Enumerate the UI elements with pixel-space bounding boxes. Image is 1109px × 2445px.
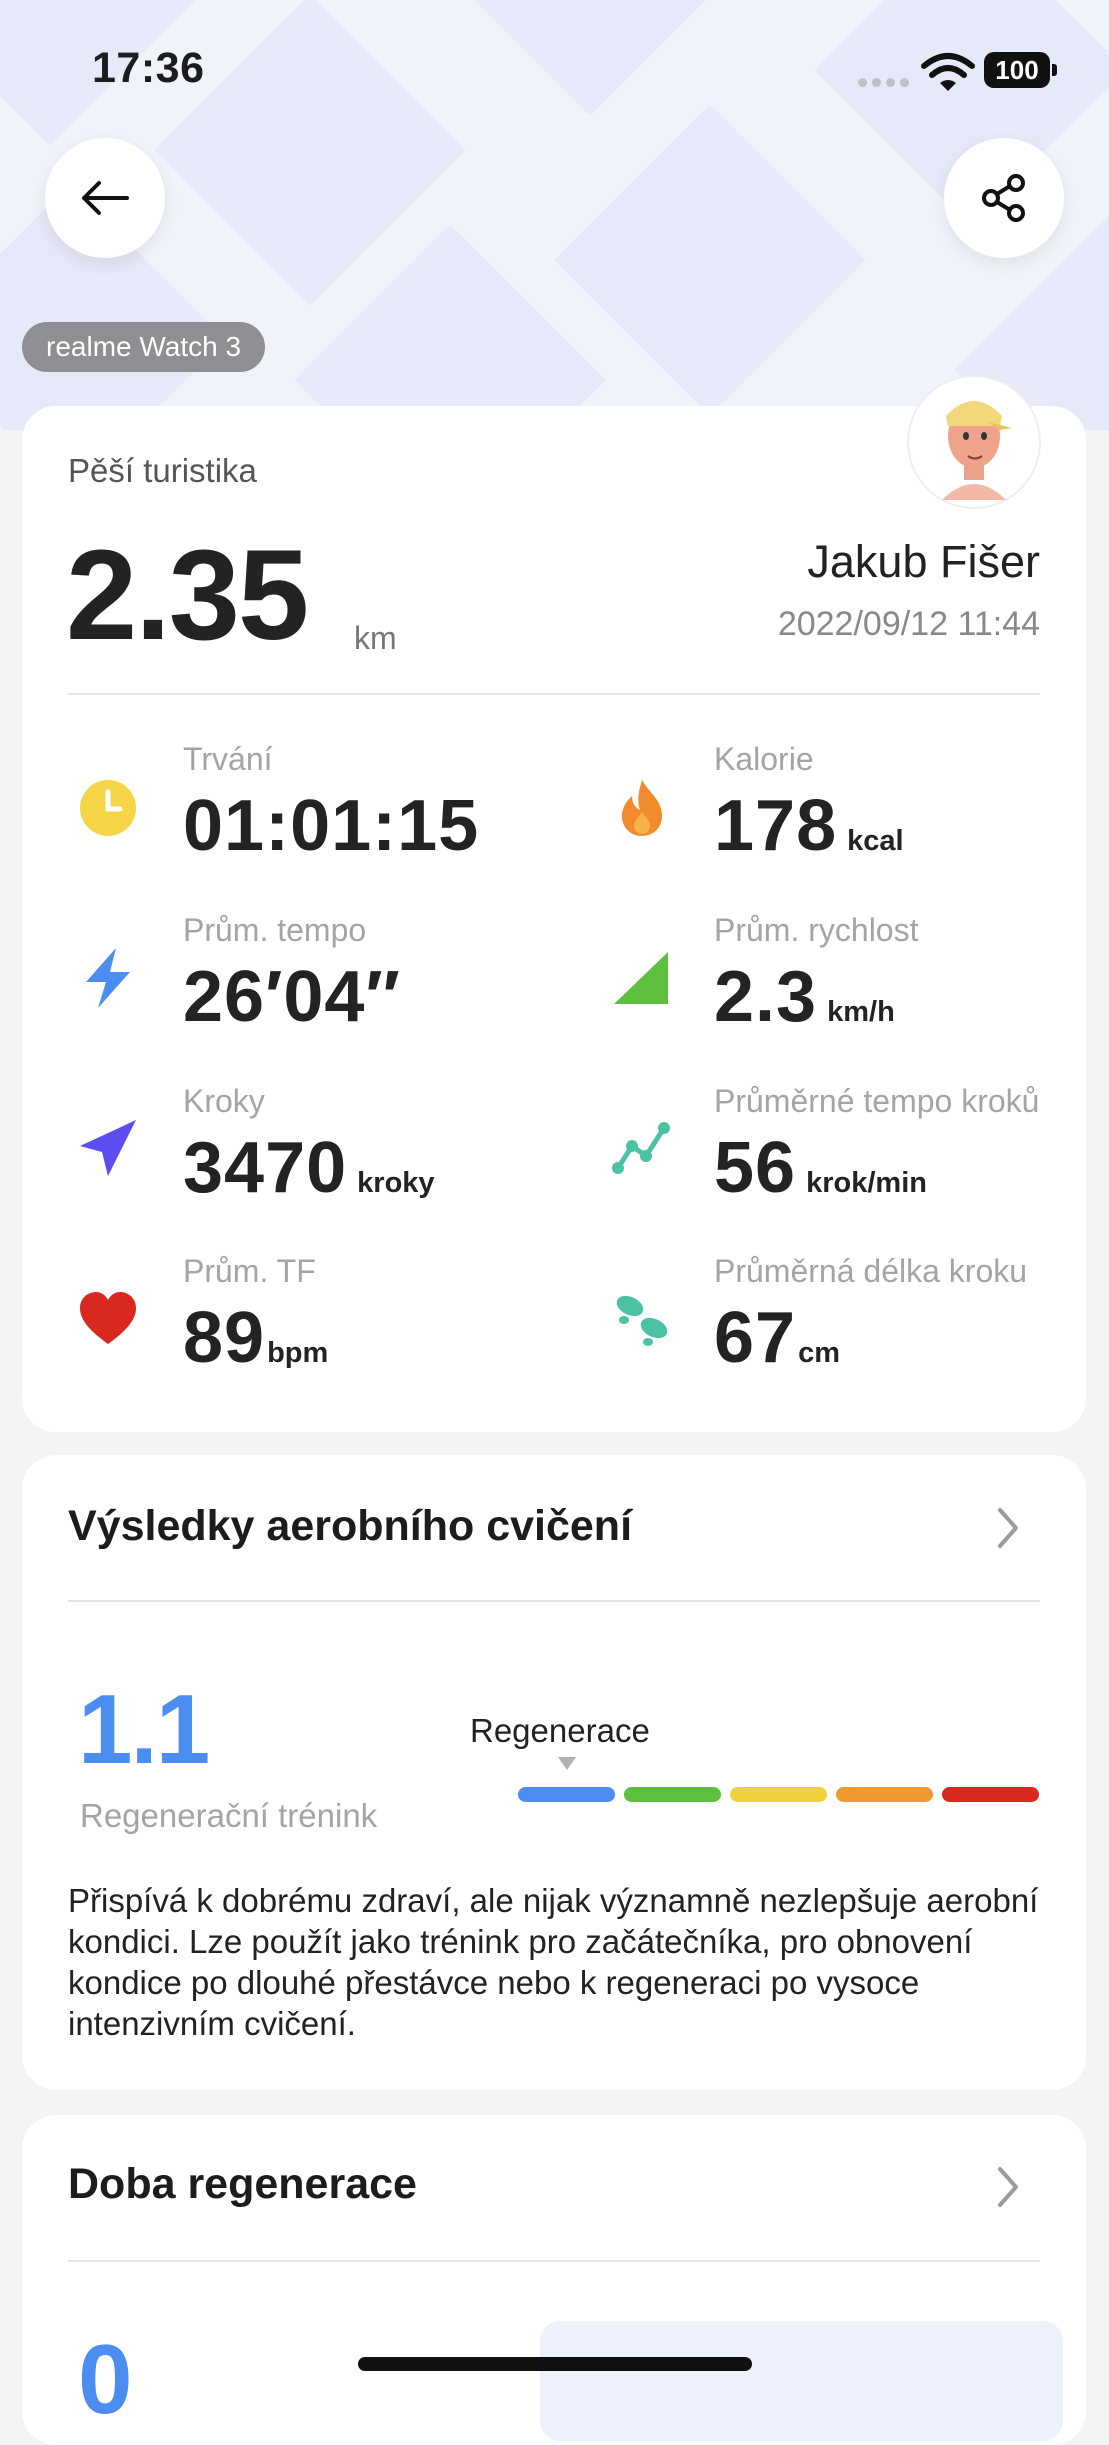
metric-value-pace: 26′04″ — [183, 957, 401, 1037]
metric-label-duration: Trvání — [183, 741, 273, 777]
regeneration-divider — [68, 2260, 1040, 2262]
scale-segment-2 — [624, 1787, 721, 1802]
back-button[interactable] — [45, 138, 165, 258]
status-time: 17:36 — [92, 44, 205, 92]
metric-label-stride: Průměrná délka kroku — [714, 1253, 1028, 1289]
metric-label-cadence: Průměrné tempo kroků — [714, 1083, 1040, 1119]
arrow-left-icon — [82, 181, 129, 215]
flame-icon — [622, 780, 662, 836]
metric-label-pace: Prům. tempo — [183, 912, 367, 948]
distance-value: 2.35 — [66, 524, 309, 667]
scale-segment-1 — [518, 1787, 615, 1802]
scale-segment-5 — [942, 1787, 1039, 1802]
sport-name: Pěší turistika — [68, 452, 257, 489]
metric-value-heart-rate: 89bpm — [183, 1298, 329, 1378]
metric-value-steps: 3470 kroky — [183, 1128, 435, 1208]
wifi-icon — [921, 53, 975, 91]
metric-label-steps: Kroky — [183, 1083, 265, 1119]
aerobic-results-title[interactable]: Výsledky aerobního cvičení — [68, 1502, 632, 1551]
cadence-graph-icon — [612, 1122, 670, 1174]
share-icon — [982, 174, 1025, 222]
regeneration-title[interactable]: Doba regenerace — [68, 2160, 417, 2209]
aerobic-divider — [68, 1600, 1040, 1602]
summary-divider — [68, 693, 1040, 695]
footprints-icon — [616, 1295, 668, 1346]
status-bar: 17:36 100 — [0, 0, 1109, 140]
cellular-signal-icon — [858, 78, 910, 88]
battery-icon: 100 — [984, 52, 1057, 88]
metric-value-stride: 67cm — [714, 1298, 841, 1378]
aerobic-scale-bar — [518, 1787, 1039, 1802]
aerobic-score: 1.1 — [78, 1674, 210, 1784]
device-badge: realme Watch 3 — [22, 322, 266, 372]
aerobic-description: Přispívá k dobrému zdraví, ale nijak výz… — [68, 1882, 1039, 2042]
metric-value-duration: 01:01:15 — [183, 786, 480, 866]
metric-label-speed: Prům. rychlost — [714, 912, 919, 948]
metric-value-speed: 2.3 km/h — [714, 957, 895, 1037]
share-button[interactable] — [944, 138, 1064, 258]
speed-ramp-icon — [614, 952, 668, 1004]
home-indicator[interactable] — [358, 2357, 752, 2371]
aerobic-scale-label: Regenerace — [470, 1712, 650, 1749]
metric-value-cadence: 56 krok/min — [714, 1128, 927, 1208]
chevron-right-icon[interactable] — [990, 2159, 1026, 2215]
distance-unit: km — [354, 620, 397, 656]
regeneration-value: 0 — [78, 2324, 133, 2434]
regeneration-panel — [540, 2321, 1063, 2441]
aerobic-scale-marker — [558, 1757, 576, 1770]
chevron-right-icon[interactable] — [990, 1500, 1026, 1556]
metric-value-calories: 178 kcal — [714, 786, 904, 866]
scale-segment-3 — [730, 1787, 827, 1802]
metric-label-calories: Kalorie — [714, 741, 814, 777]
avatar — [907, 375, 1041, 509]
navigation-arrow-icon — [80, 1120, 136, 1176]
user-name: Jakub Fišer — [807, 536, 1040, 587]
aerobic-score-label: Regenerační trénink — [80, 1797, 378, 1834]
metric-label-heart-rate: Prům. TF — [183, 1253, 316, 1289]
heart-icon — [80, 1292, 136, 1344]
lightning-icon — [86, 948, 130, 1008]
scale-segment-4 — [836, 1787, 933, 1802]
workout-datetime: 2022/09/12 11:44 — [777, 605, 1040, 643]
clock-icon — [80, 780, 136, 836]
